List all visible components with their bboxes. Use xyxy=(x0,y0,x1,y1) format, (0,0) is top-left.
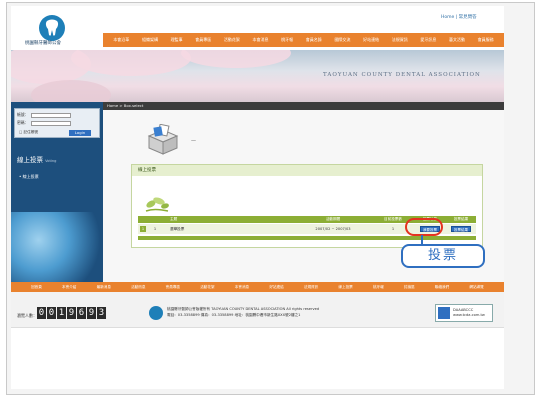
nav-item[interactable]: 會員名錄 xyxy=(306,37,322,43)
counter-digit: 9 xyxy=(87,307,96,319)
account-label: 帳號： xyxy=(17,112,29,117)
footer-info: 桃園縣牙醫師公會版權所有 TAOYUAN COUNTY DENTAL ASSOC… xyxy=(167,306,319,318)
nav-item[interactable]: 組織架構 xyxy=(142,37,158,43)
nav-item[interactable]: 國際交流 xyxy=(334,37,350,43)
section-title: 線上投票 xyxy=(132,165,482,176)
nav-item[interactable]: 活動花絮 xyxy=(224,37,240,43)
password-row: 密碼： xyxy=(17,119,97,127)
page-dash: — xyxy=(191,138,196,144)
banner-title: TAOYUAN COUNTY DENTAL ASSOCIATION xyxy=(323,72,481,78)
nav-item[interactable]: 本會沿革 xyxy=(113,37,129,43)
footer-link[interactable]: 本會消息 xyxy=(235,285,249,290)
row-number-cell: 1 xyxy=(138,226,148,232)
vote-topic[interactable]: 選舉投票 xyxy=(162,227,294,232)
result-button[interactable]: 投票結果 xyxy=(451,226,471,232)
vote-period: 2007/02 ~ 2007/03 xyxy=(315,227,351,231)
footer: 瀏覽人數： 0 0 1 9 6 9 3 桃園縣牙醫師公會版權所有 TAOYUAN… xyxy=(11,292,504,328)
result-cell: 投票結果 xyxy=(446,226,476,232)
footer-navigation: 回首頁 本會介紹 最新消息 活動訊息 會員專區 活動花絮 本會消息 好站連結 法… xyxy=(11,282,504,292)
footer-link[interactable]: 最新消息 xyxy=(97,285,111,290)
footer-link[interactable]: 會員專區 xyxy=(166,285,180,290)
nav-item[interactable]: 會員專區 xyxy=(195,37,211,43)
top-navigation: 本會沿革 組織架構 理監事 會員專區 活動花絮 本會消息 桃牙報 會員名錄 國際… xyxy=(103,33,504,47)
row-index: 1 xyxy=(153,227,157,231)
account-input[interactable] xyxy=(31,112,71,118)
vote-callout-label: 投票 xyxy=(401,244,485,268)
column-header: 主題 xyxy=(170,217,178,221)
footer-link[interactable]: 本會介紹 xyxy=(62,285,76,290)
footer-link[interactable]: 網站導覽 xyxy=(469,285,483,290)
blossom-shape xyxy=(31,80,111,102)
nav-item[interactable]: 理監事 xyxy=(171,37,183,43)
counter-digit: 0 xyxy=(47,307,56,319)
footer-link[interactable]: 好站連結 xyxy=(269,285,283,290)
nav-item[interactable]: 好站連結 xyxy=(363,37,379,43)
partner-badge[interactable]: DAAABCCC www.tcda.com.tw xyxy=(435,304,493,322)
web-page: 桃園縣牙醫師公會 Home | 常見問答 本會沿革 組織架構 理監事 會員專區 … xyxy=(11,6,504,389)
visitor-counter-label: 瀏覽人數： xyxy=(17,313,37,318)
password-label: 密碼： xyxy=(17,120,29,125)
row-number: 1 xyxy=(140,226,146,232)
footer-link[interactable]: 桃牙報 xyxy=(373,285,384,290)
counter-digit: 6 xyxy=(77,307,86,319)
footer-link[interactable]: 線上投票 xyxy=(338,285,352,290)
sidebar-item-label: 線上投票 xyxy=(22,174,39,179)
nav-item[interactable]: 桃牙報 xyxy=(281,37,293,43)
vote-button-highlight xyxy=(405,218,443,236)
counter-digit: 3 xyxy=(97,307,106,319)
counter-digit: 0 xyxy=(37,307,46,319)
column-header: 投票結果 xyxy=(453,217,469,221)
screenshot-frame: 桃園縣牙醫師公會 Home | 常見問答 本會沿革 組織架構 理監事 會員專區 … xyxy=(6,2,535,395)
footer-link[interactable]: 回首頁 xyxy=(31,285,42,290)
breadcrumb: Home > Box.select xyxy=(103,102,504,110)
footer-tooth-logo-icon xyxy=(149,306,163,320)
sidebar-title: 線上投票 Voting xyxy=(17,154,56,164)
footer-link[interactable]: 討論區 xyxy=(404,285,415,290)
badge-text: DAAABCCC www.tcda.com.tw xyxy=(453,308,485,318)
sidebar-item-vote[interactable]: • 線上投票 xyxy=(19,174,39,180)
sidebar: 帳號： 密碼： □ 記住帳號 Login 線上投票 Voting • 線上投票 xyxy=(11,102,103,282)
counter-digit: 1 xyxy=(57,307,66,319)
blossom-shape xyxy=(181,50,291,68)
column-header: 活動期間 xyxy=(325,217,341,221)
account-row: 帳號： xyxy=(17,111,97,119)
nav-item[interactable]: 法規資訊 xyxy=(392,37,408,43)
password-input[interactable] xyxy=(31,120,71,126)
sidebar-title-text: 線上投票 xyxy=(17,156,43,164)
nav-item[interactable]: 會員服務 xyxy=(478,37,494,43)
visitor-counter: 0 0 1 9 6 9 3 xyxy=(37,307,106,319)
badge-line: www.tcda.com.tw xyxy=(453,313,485,317)
footer-link[interactable]: 聯絡我們 xyxy=(435,285,449,290)
login-box: 帳號： 密碼： □ 記住帳號 Login xyxy=(14,108,100,138)
cherry-blossom-banner: TAOYUAN COUNTY DENTAL ASSOCIATION xyxy=(11,50,504,102)
footer-link[interactable]: 活動訊息 xyxy=(131,285,145,290)
badge-logo-icon xyxy=(438,307,450,319)
ballot-box-icon xyxy=(145,123,181,157)
nav-item[interactable]: 愛牙訊息 xyxy=(420,37,436,43)
sprout-icon xyxy=(142,193,172,214)
sidebar-title-small: Voting xyxy=(45,159,57,163)
footer-link[interactable]: 活動花絮 xyxy=(200,285,214,290)
org-name: 桃園縣牙醫師公會 xyxy=(25,41,61,46)
counter-digit: 9 xyxy=(67,307,76,319)
remember-checkbox[interactable]: □ 記住帳號 xyxy=(19,130,38,135)
blossom-shape xyxy=(71,50,191,76)
nav-item[interactable]: 藝文活動 xyxy=(449,37,465,43)
nav-item[interactable]: 本會消息 xyxy=(253,37,269,43)
hydrangea-image xyxy=(11,212,103,282)
table-footer-bar xyxy=(138,236,476,240)
contact-line: 電話：03-3358899 傳真：03-3358899 地址：桃園縣中壢市新生路… xyxy=(167,313,301,317)
login-button[interactable]: Login xyxy=(69,130,91,136)
top-links[interactable]: Home | 常見問答 xyxy=(441,14,477,20)
tooth-logo-icon[interactable] xyxy=(39,15,65,41)
footer-link[interactable]: 法規資訊 xyxy=(304,285,318,290)
